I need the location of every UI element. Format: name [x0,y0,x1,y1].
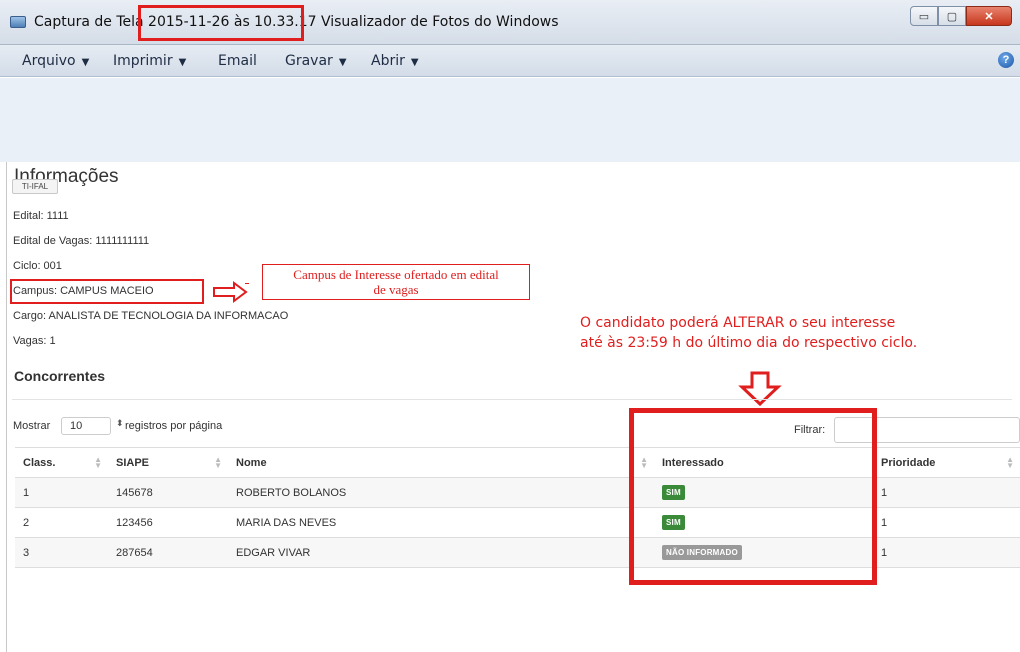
sort-icon: ▲ ▼ [214,455,222,470]
alter-note-line2: até às 23:59 h do último dia do respecti… [580,335,918,351]
interessado-highlight-box [629,408,877,585]
cell-nome: EDGAR VIVAR [228,537,654,568]
field-cargo: Cargo: ANALISTA DE TECNOLOGIA DA INFORMA… [13,310,289,322]
chevron-down-icon: ▼ [178,57,187,68]
title-suffix: Visualizador de Fotos do Windows [316,14,559,30]
photo-viewer-app-icon [10,16,26,28]
menu-imprimir[interactable]: Imprimir ▼ [113,53,186,69]
campus-highlight-box [10,279,204,304]
minimize-button[interactable]: ▭ [910,6,938,26]
arrow-right-icon [213,281,248,303]
window-title-bar: Captura de Tela 2015-11-26 às 10.33.17 V… [0,0,1020,45]
column-header-nome[interactable]: Nome ▲ ▼ [228,447,654,478]
column-header-class-label: Class. [23,456,56,469]
title-prefix: Captura de Tela [34,14,149,30]
campus-note-line1: Campus de Interesse ofertado em edital [293,267,499,282]
cell-siape: 287654 [108,537,228,568]
ti-ifal-badge: TI-IFAL [12,179,58,194]
menu-imprimir-label: Imprimir [113,53,173,69]
chevron-down-icon: ▼ [410,57,419,68]
timestamp-highlight-box [138,5,304,41]
cell-class: 1 [15,477,108,508]
field-vagas: Vagas: 1 [13,335,56,347]
column-header-nome-label: Nome [236,456,267,469]
page-size-select[interactable]: 10 [61,417,111,435]
sort-icon: ▲ ▼ [94,455,102,470]
viewer-background [0,78,1020,162]
cell-nome: ROBERTO BOLANOS [228,477,654,508]
column-header-prioridade[interactable]: Prioridade ▲ ▼ [873,447,1020,478]
menu-gravar[interactable]: Gravar ▼ [285,53,347,69]
menu-email[interactable]: Email [218,53,257,69]
campus-note: Campus de Interesse ofertado em edital d… [262,264,530,300]
menu-bar: Arquivo ▼ Imprimir ▼ Email Gravar ▼ Abrir ▼ … [0,45,1020,77]
chevron-down-icon: ▼ [81,57,90,68]
field-ciclo: Ciclo: 001 [13,260,62,272]
field-edital-vagas: Edital de Vagas: 1111111111 [13,235,150,247]
window-controls: ▭ ▢ ✕ [910,6,1012,26]
cell-prioridade: 1 [873,537,1020,568]
close-button[interactable]: ✕ [966,6,1012,26]
cell-nome: MARIA DAS NEVES [228,507,654,538]
maximize-button[interactable]: ▢ [938,6,966,26]
show-label: Mostrar [13,420,51,432]
cell-class: 2 [15,507,108,538]
menu-gravar-label: Gravar [285,53,333,69]
column-header-siape-label: SIAPE [116,456,150,469]
alter-note-line1: O candidato poderá ALTERAR o seu interes… [580,315,896,331]
menu-arquivo[interactable]: Arquivo ▼ [22,53,89,69]
cell-siape: 123456 [108,507,228,538]
menu-abrir[interactable]: Abrir ▼ [371,53,419,69]
concorrentes-title: Concorrentes [14,368,106,384]
cell-prioridade: 1 [873,477,1020,508]
field-edital: Edital: 1111 [13,210,69,222]
cell-class: 3 [15,537,108,568]
arrow-down-icon [738,371,782,407]
campus-note-line2: de vagas [373,282,419,297]
chevron-down-icon: ▼ [338,57,347,68]
menu-arquivo-label: Arquivo [22,53,76,69]
page-content: Informações TI-IFAL Edital: 1111 Edital … [0,162,1020,652]
note-tick [245,283,249,284]
menu-abrir-label: Abrir [371,53,405,69]
sort-icon: ▲ ▼ [1006,455,1014,470]
cell-prioridade: 1 [873,507,1020,538]
column-header-siape[interactable]: SIAPE ▲ ▼ [108,447,228,478]
menu-email-label: Email [218,53,257,69]
column-header-class[interactable]: Class. ▲ ▼ [15,447,108,478]
cell-siape: 145678 [108,477,228,508]
section-divider [12,399,1012,400]
column-header-prioridade-label: Prioridade [881,456,936,469]
page-size-suffix: registros por página [125,420,223,432]
help-icon[interactable]: ? [998,52,1014,68]
select-arrows-icon: ⬍ [116,418,124,428]
